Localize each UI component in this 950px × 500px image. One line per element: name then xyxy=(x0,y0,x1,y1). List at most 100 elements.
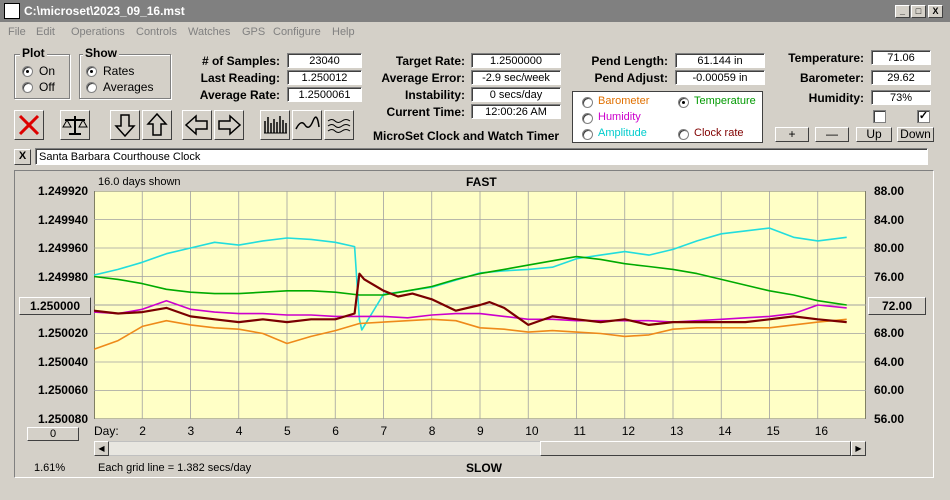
y-right-center-button[interactable]: 72.00 xyxy=(868,297,926,315)
x-tick-label: 4 xyxy=(235,424,243,438)
arrow-left-icon xyxy=(184,114,208,136)
x-tick-label: 16 xyxy=(814,424,829,438)
menu-controls[interactable]: Controls xyxy=(136,26,177,38)
zoom-out-button[interactable]: — xyxy=(815,127,849,142)
instability-label: Instability: xyxy=(404,88,465,102)
plot-on-radio[interactable] xyxy=(22,66,33,77)
clear-clock-button[interactable]: X xyxy=(14,149,31,165)
x-tick-label: 12 xyxy=(621,424,636,438)
y-right-tick-2: 80.00 xyxy=(874,241,905,255)
arrow-up-icon xyxy=(146,112,168,136)
scale-up-button[interactable]: Up xyxy=(856,127,892,142)
y-left-tick-8: 1.250080 xyxy=(37,412,88,426)
menu-watches[interactable]: Watches xyxy=(188,26,230,38)
menu-configure[interactable]: Configure xyxy=(273,26,321,38)
smooth-button[interactable] xyxy=(292,110,322,140)
scroll-right-arrow[interactable]: ▶ xyxy=(851,441,866,456)
y-left-tick-5: 1.250020 xyxy=(37,326,88,340)
last-reading-label: Last Reading: xyxy=(200,71,280,85)
y-center-button[interactable]: 1.250000 xyxy=(19,297,91,315)
percent-label: 1.61% xyxy=(34,462,66,474)
scroll-right-button[interactable] xyxy=(214,110,244,140)
app-icon xyxy=(4,3,20,19)
balance-button[interactable] xyxy=(60,110,90,140)
y-right-tick-0: 88.00 xyxy=(874,184,905,198)
barometer-value: 29.62 xyxy=(871,70,931,85)
barometer-radio[interactable] xyxy=(582,97,593,108)
menu-gps[interactable]: GPS xyxy=(242,26,265,38)
scroll-up-button[interactable] xyxy=(142,110,172,140)
samples-label: # of Samples: xyxy=(201,54,280,68)
x-tick-label: 11 xyxy=(573,424,586,438)
x-tick-label: 8 xyxy=(428,424,436,438)
pend-adjust-label: Pend Adjust: xyxy=(594,71,668,85)
multi-wave-icon xyxy=(327,119,351,133)
average-error-label: Average Error: xyxy=(381,71,465,85)
show-averages-label: Averages xyxy=(103,80,154,94)
arrow-down-icon xyxy=(114,114,136,138)
show-rates-radio[interactable] xyxy=(86,66,97,77)
x-tick-label: 2 xyxy=(139,424,146,438)
arrow-right-icon xyxy=(218,114,242,136)
temperature-option: Temperature xyxy=(694,95,756,107)
y-left-tick-1: 1.249940 xyxy=(37,213,88,227)
x-tick-label: 13 xyxy=(670,424,684,438)
zero-button[interactable]: 0 xyxy=(27,427,79,441)
plot-off-label: Off xyxy=(39,80,55,94)
humidity-radio[interactable] xyxy=(582,113,593,124)
menu-help[interactable]: Help xyxy=(332,26,355,38)
menu-edit[interactable]: Edit xyxy=(36,26,55,38)
balance-scale-icon xyxy=(62,116,88,135)
y-right-tick-7: 60.00 xyxy=(874,383,905,397)
scroll-left-arrow[interactable]: ◀ xyxy=(94,441,109,456)
y-right-tick-1: 84.00 xyxy=(874,213,905,227)
menu-operations[interactable]: Operations xyxy=(71,26,125,38)
checkbox-right[interactable]: ✓ xyxy=(917,110,930,123)
pend-adjust-value: -0.00059 in xyxy=(675,70,765,85)
menu-bar: File Edit Operations Controls Watches GP… xyxy=(0,22,950,42)
menu-file[interactable]: File xyxy=(8,26,26,38)
average-rate-value: 1.2500061 xyxy=(287,87,362,102)
scale-down-button[interactable]: Down xyxy=(897,127,934,142)
y-right-tick-6: 64.00 xyxy=(874,355,905,369)
zoom-in-button[interactable]: + xyxy=(775,127,809,142)
bars-icon xyxy=(264,116,287,134)
slow-label: SLOW xyxy=(466,461,502,475)
y-right-tick-3: 76.00 xyxy=(874,270,905,284)
maximize-button[interactable]: □ xyxy=(911,5,926,18)
plot-on-label: On xyxy=(39,64,56,78)
temperature-radio[interactable] xyxy=(678,97,689,108)
clock-name-input[interactable]: Santa Barbara Courthouse Clock xyxy=(35,148,928,165)
x-tick-label: 6 xyxy=(332,424,339,438)
scroll-down-button[interactable] xyxy=(110,110,140,140)
scrollbar-thumb[interactable] xyxy=(540,441,851,456)
scroll-left-button[interactable] xyxy=(182,110,212,140)
amplitude-radio[interactable] xyxy=(582,129,593,140)
window-title: C:\microset\2023_09_16.mst xyxy=(24,4,185,18)
x-icon xyxy=(18,114,40,136)
temperature-value: 71.06 xyxy=(871,50,931,65)
last-reading-value: 1.250012 xyxy=(287,70,362,85)
temperature-label: Temperature: xyxy=(788,51,864,65)
raw-data-button[interactable] xyxy=(260,110,290,140)
minimize-button[interactable]: _ xyxy=(895,5,910,18)
x-tick-label: 5 xyxy=(284,424,291,438)
y-right-tick-8: 56.00 xyxy=(874,412,905,426)
rate-chart[interactable] xyxy=(94,191,866,419)
close-button[interactable]: X xyxy=(928,5,943,18)
app-title: MicroSet Clock and Watch Timer xyxy=(373,129,560,143)
clock-rate-radio[interactable] xyxy=(678,129,689,140)
humidity-value: 73% xyxy=(871,90,931,105)
average-rate-label: Average Rate: xyxy=(199,88,280,102)
humidity-label: Humidity: xyxy=(808,91,864,105)
show-rates-label: Rates xyxy=(103,64,135,78)
plot-off-radio[interactable] xyxy=(22,82,33,93)
filter-button[interactable] xyxy=(324,110,354,140)
current-time-label: Current Time: xyxy=(386,105,465,119)
average-error-value: -2.9 sec/week xyxy=(471,70,561,85)
y-left-tick-3: 1.249980 xyxy=(37,270,88,284)
checkbox-left[interactable] xyxy=(873,110,886,123)
y-right-tick-5: 68.00 xyxy=(874,326,905,340)
show-averages-radio[interactable] xyxy=(86,82,97,93)
stop-button[interactable] xyxy=(14,110,44,140)
